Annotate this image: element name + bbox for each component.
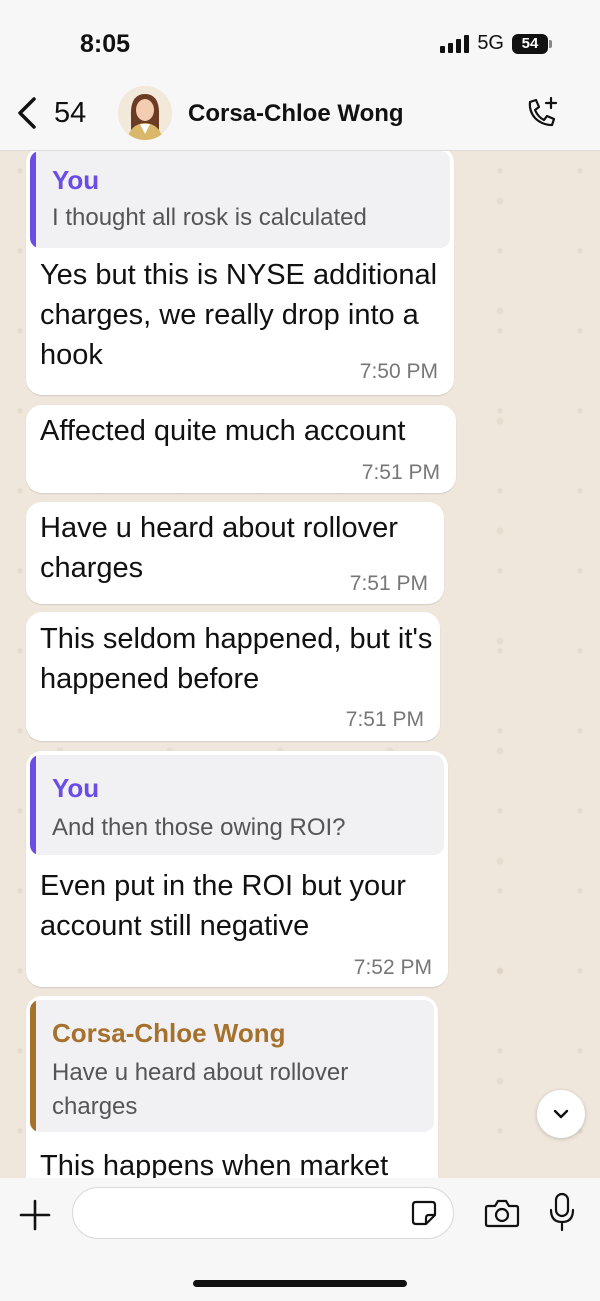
message-text: Yes but this is NYSE additional charges,…: [40, 259, 438, 371]
message-bubble[interactable]: Have u heard about rollover charges 7:51…: [26, 502, 444, 604]
quoted-message[interactable]: You And then those owing ROI?: [30, 755, 444, 855]
scroll-to-bottom-button[interactable]: [537, 1090, 585, 1138]
message-time: 7:50 PM: [359, 360, 438, 383]
quote-author: Corsa-Chloe Wong: [52, 1018, 286, 1048]
message-text: This seldom happened, but it's happened …: [40, 623, 433, 695]
message-bubble[interactable]: Affected quite much account 7:51 PM: [26, 405, 456, 493]
camera-icon[interactable]: [484, 1196, 520, 1230]
message-input[interactable]: [72, 1187, 454, 1239]
contact-name[interactable]: Corsa-Chloe Wong: [188, 100, 404, 128]
message-bubble[interactable]: You I thought all rosk is calculated Yes…: [26, 151, 454, 395]
chat-area[interactable]: You I thought all rosk is calculated Yes…: [0, 151, 600, 1178]
add-call-icon[interactable]: [524, 94, 560, 130]
message-bubble[interactable]: Corsa-Chloe Wong Have u heard about roll…: [26, 996, 438, 1178]
chevron-down-icon: [553, 1109, 569, 1119]
battery-icon: 54: [512, 33, 552, 54]
message-text: This happens when market: [40, 1150, 389, 1178]
chat-header: 54 Corsa-Chloe Wong: [0, 80, 600, 151]
sticker-icon[interactable]: [410, 1199, 438, 1227]
quoted-message[interactable]: Corsa-Chloe Wong Have u heard about roll…: [30, 1000, 434, 1132]
status-time: 8:05: [80, 30, 131, 58]
quote-author: You: [52, 165, 100, 195]
quote-bar: [30, 1000, 36, 1132]
quote-text: I thought all rosk is calculated: [52, 204, 367, 231]
network-label: 5G: [477, 32, 504, 54]
status-bar: 8:05 5G 54: [0, 0, 600, 80]
status-indicators: 5G 54: [440, 32, 552, 55]
message-bubble[interactable]: This seldom happened, but it's happened …: [26, 612, 440, 741]
message-time: 7:51 PM: [361, 461, 440, 484]
quote-bar: [30, 151, 36, 248]
quote-text: And then those owing ROI?: [52, 814, 346, 841]
message-time: 7:52 PM: [353, 956, 432, 979]
home-indicator: [193, 1280, 407, 1287]
microphone-icon[interactable]: [548, 1192, 576, 1232]
quoted-message[interactable]: You I thought all rosk is calculated: [30, 151, 450, 248]
unread-count[interactable]: 54: [54, 97, 86, 130]
message-text: Even put in the ROI but your account sti…: [40, 870, 406, 942]
back-chevron-icon[interactable]: [12, 96, 46, 130]
avatar[interactable]: [118, 86, 172, 140]
quote-author: You: [52, 773, 100, 803]
composer-bar: [0, 1178, 600, 1301]
signal-icon: [440, 34, 470, 53]
quote-text: Have u heard about rollover charges: [52, 1059, 349, 1120]
message-bubble[interactable]: You And then those owing ROI? Even put i…: [26, 751, 448, 987]
plus-icon[interactable]: [18, 1198, 52, 1232]
message-time: 7:51 PM: [349, 572, 428, 595]
message-time: 7:51 PM: [345, 708, 424, 731]
message-text: Affected quite much account: [40, 415, 406, 447]
quote-bar: [30, 755, 36, 855]
